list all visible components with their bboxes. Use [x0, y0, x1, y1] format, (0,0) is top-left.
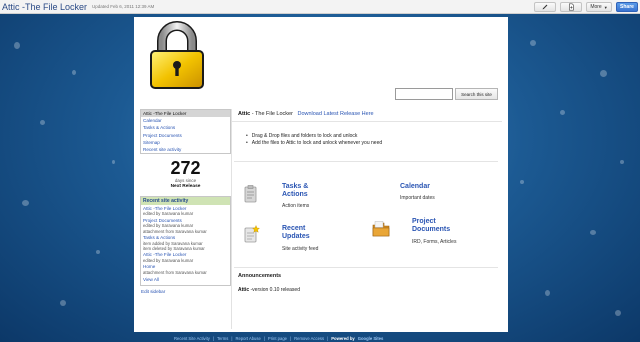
- view-all-link[interactable]: View All: [141, 275, 230, 285]
- footer-separator: |: [290, 335, 292, 341]
- list-item: Attic -The File Locker edited by Saravan…: [141, 251, 230, 263]
- google-sites-link[interactable]: Google Sites: [358, 336, 384, 341]
- sidebar-nav: Attic -The File Locker Calendar Tasks & …: [140, 109, 231, 155]
- raindrop: [60, 300, 66, 306]
- sidebar-item-recent-activity[interactable]: Recent site activity: [141, 146, 230, 153]
- toolbar: More ▼ Share: [534, 0, 640, 14]
- raindrop: [72, 70, 76, 75]
- announcements-heading: Announcements: [238, 273, 282, 279]
- new-page-icon: [569, 3, 574, 11]
- footer: Recent Site Activity | Terms | Report Ab…: [174, 334, 383, 342]
- list-item: Home attachment from Saravana kumar: [141, 263, 230, 275]
- chevron-down-icon: ▼: [603, 4, 608, 10]
- raindrop: [520, 180, 524, 184]
- new-page-button[interactable]: [560, 2, 582, 12]
- tasks-desc: Action items: [282, 203, 310, 209]
- recent-activity-heading: Recent site activity: [141, 196, 230, 205]
- footer-link-report-abuse[interactable]: Report Abuse: [235, 336, 260, 341]
- project-documents-block: Project Documents IRD, Forms, Articles: [412, 218, 456, 245]
- more-button[interactable]: More ▼: [586, 2, 612, 12]
- footer-separator: |: [263, 335, 265, 341]
- list-item: Tasks & Actions item added by Saravana k…: [141, 234, 230, 251]
- announcement-item[interactable]: Attic -version 0.10 released: [238, 287, 300, 293]
- raindrop: [620, 160, 624, 164]
- sidebar-item-sitemap[interactable]: Sitemap: [141, 139, 230, 146]
- page-title-rest: - The File Locker: [250, 111, 293, 117]
- updates-title-line2[interactable]: Updates: [282, 233, 318, 241]
- folder-icon: [372, 221, 390, 237]
- footer-separator: |: [212, 335, 214, 341]
- more-label: More: [590, 4, 602, 10]
- raindrop: [530, 40, 536, 46]
- sidebar-item-home[interactable]: Attic -The File Locker: [141, 110, 230, 118]
- list-item: Add the files to Attic to lock and unloc…: [246, 140, 502, 147]
- site-title[interactable]: Attic -The File Locker: [2, 2, 87, 12]
- divider: [234, 161, 498, 162]
- recent-updates-block: Recent Updates Site activity feed: [282, 225, 318, 252]
- sidebar: Attic -The File Locker Calendar Tasks & …: [140, 109, 232, 329]
- footer-link-print-page[interactable]: Print page: [268, 336, 287, 341]
- docs-desc: IRD, Forms, Articles: [412, 239, 457, 245]
- top-bar: Attic -The File Locker Updated Feb 6, 20…: [0, 0, 640, 14]
- sidebar-item-tasks[interactable]: Tasks & Actions: [141, 124, 230, 131]
- recent-updates-icon: [244, 225, 260, 243]
- page-title-bold: Attic: [238, 111, 251, 117]
- announcement-item-rest: -version 0.10 released: [249, 287, 301, 293]
- tasks-title-line2[interactable]: Actions: [282, 191, 309, 199]
- raindrop: [600, 70, 607, 77]
- edit-page-button[interactable]: [534, 2, 556, 12]
- raindrop: [96, 250, 100, 254]
- raindrop: [590, 230, 596, 235]
- docs-title-line1[interactable]: Project: [412, 218, 456, 226]
- raindrop: [14, 42, 20, 49]
- recent-activity-widget: Recent site activity Attic -The File Loc…: [140, 195, 231, 287]
- calendar-title[interactable]: Calendar: [400, 183, 435, 191]
- calendar-desc: Important dates: [400, 195, 435, 201]
- docs-title-line2[interactable]: Documents: [412, 226, 456, 234]
- list-item: Project Documents edited by Saravana kum…: [141, 217, 230, 234]
- tasks-title-line1[interactable]: Tasks &: [282, 183, 309, 191]
- search-button[interactable]: Search this site: [455, 88, 498, 100]
- countdown-number: 272: [170, 158, 201, 179]
- page-content: Search this site Attic -The File Locker …: [134, 17, 508, 332]
- pencil-icon: [542, 4, 548, 10]
- footer-separator: |: [327, 335, 329, 341]
- raindrop: [615, 310, 621, 316]
- feature-list: Drag & Drop files and folders to lock an…: [232, 122, 502, 147]
- updated-timestamp: Updated Feb 6, 2011 12:39 AM: [92, 4, 155, 9]
- countdown-widget: 272 days since Next Release: [140, 159, 231, 190]
- countdown-label: Next Release: [170, 183, 201, 189]
- page-title: Attic - The File Locker Download Latest …: [232, 109, 502, 122]
- raindrop: [40, 120, 45, 125]
- sidebar-item-project-documents[interactable]: Project Documents: [141, 132, 230, 139]
- announcement-item-bold: Attic: [238, 287, 250, 293]
- sidebar-item-calendar[interactable]: Calendar: [141, 117, 230, 124]
- calendar-block: Calendar Important dates: [400, 183, 435, 201]
- footer-link-remove-access[interactable]: Remove Access: [294, 336, 324, 341]
- raindrop: [112, 160, 115, 164]
- edit-sidebar-link[interactable]: Edit sidebar: [141, 289, 231, 294]
- lock-logo-icon: [150, 21, 204, 89]
- footer-separator: |: [231, 335, 233, 341]
- updates-desc: Site activity feed: [282, 246, 319, 252]
- search-input[interactable]: [395, 88, 453, 100]
- footer-link-recent-activity[interactable]: Recent Site Activity: [174, 336, 210, 341]
- raindrop: [22, 200, 29, 206]
- main-content: Attic - The File Locker Download Latest …: [232, 109, 502, 329]
- tasks-block: Tasks & Actions Action items: [282, 183, 309, 209]
- divider: [234, 267, 498, 268]
- list-item: Attic -The File Locker edited by Saravan…: [141, 205, 230, 217]
- updates-title-line1[interactable]: Recent: [282, 225, 318, 233]
- download-release-link[interactable]: Download Latest Release Here: [297, 111, 373, 117]
- raindrop: [545, 290, 550, 296]
- share-button[interactable]: Share: [616, 2, 638, 12]
- list-item: Drag & Drop files and folders to lock an…: [246, 133, 502, 140]
- footer-link-terms[interactable]: Terms: [217, 336, 228, 341]
- raindrop: [560, 110, 565, 115]
- share-label: Share: [620, 4, 634, 10]
- tasks-icon: [244, 185, 257, 203]
- powered-by-prefix: Powered by: [331, 335, 355, 341]
